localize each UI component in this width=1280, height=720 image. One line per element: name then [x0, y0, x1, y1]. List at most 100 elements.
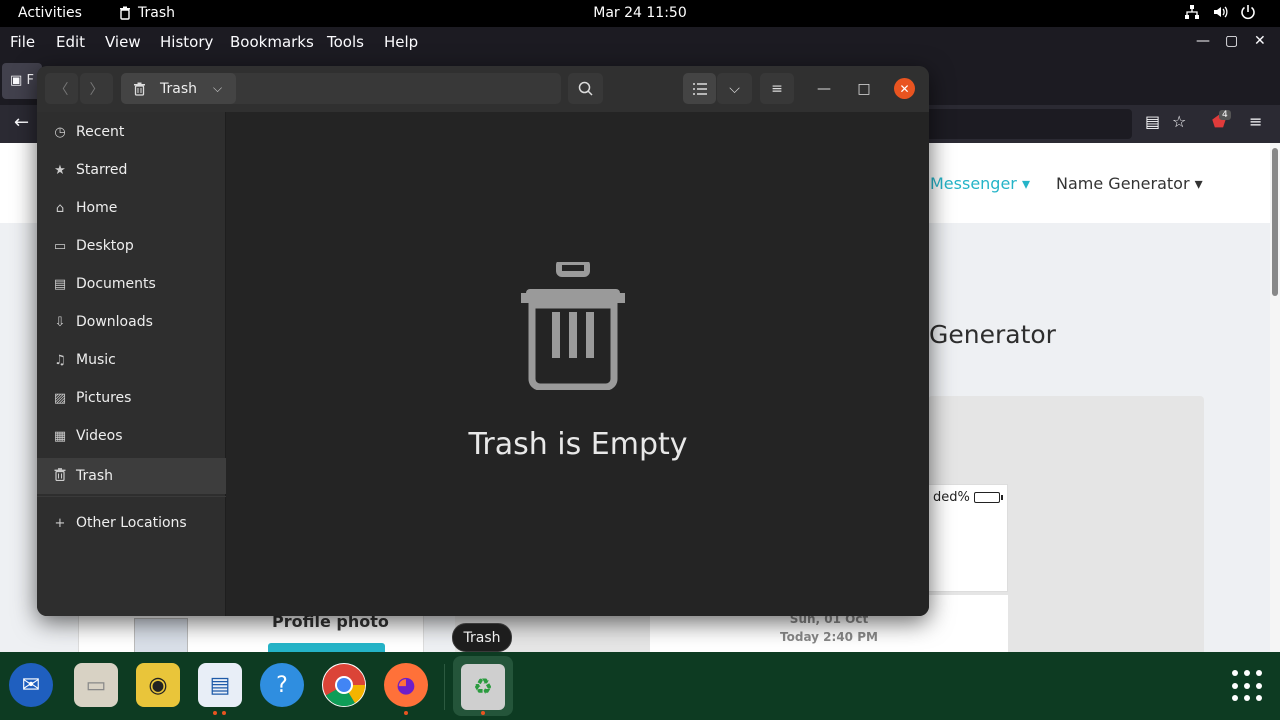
sidebar-item-label: Starred [76, 162, 128, 178]
list-view-icon [692, 82, 707, 95]
dock-help[interactable]: ? [260, 663, 304, 707]
music-icon: ♫ [54, 352, 66, 368]
time-text: Today 2:40 PM [780, 630, 878, 644]
ff-maximize-icon[interactable]: ▢ [1225, 33, 1238, 49]
dock-rhythmbox[interactable]: ◉ [136, 663, 180, 707]
battery-label: ded% [933, 490, 970, 505]
clock[interactable]: Mar 24 11:50 [0, 5, 1280, 21]
chevron-left-icon: 〈 [54, 81, 69, 98]
reader-view-icon[interactable]: ▤ [1145, 112, 1160, 131]
search-button[interactable] [568, 73, 603, 104]
volume-icon [1214, 6, 1228, 18]
hamburger-menu-icon[interactable]: ≡ [1249, 112, 1262, 131]
show-apps-icon[interactable] [1232, 670, 1264, 702]
dock-files[interactable]: ▭ [74, 663, 118, 707]
sidebar-item-label: Recent [76, 124, 125, 140]
list-view-button[interactable] [683, 73, 716, 104]
sidebar-item-documents[interactable]: ▤ Documents [37, 266, 226, 302]
menu-edit[interactable]: Edit [56, 33, 85, 51]
back-button[interactable]: 〈 [45, 73, 78, 104]
sidebar-item-trash[interactable]: Trash [37, 458, 226, 494]
grid-dot [1232, 670, 1238, 676]
sidebar-item-label: Documents [76, 276, 156, 292]
bookmark-star-icon[interactable]: ☆ [1172, 112, 1186, 131]
sidebar-item-home[interactable]: ⌂ Home [37, 190, 226, 226]
dock [0, 652, 1280, 720]
minimize-button[interactable]: — [811, 73, 837, 104]
tab-title: F [26, 73, 34, 88]
download-icon: ⇩ [54, 314, 66, 330]
files-content-area[interactable]: Trash is Empty [227, 112, 929, 616]
sidebar-item-label: Desktop [76, 238, 134, 254]
grid-dot [1232, 682, 1238, 689]
system-tray[interactable] [1184, 4, 1256, 20]
speaker-icon: ◉ [148, 672, 168, 698]
chevron-down-icon: ⌵ [729, 80, 740, 97]
scrollbar-thumb[interactable] [1272, 148, 1278, 296]
sidebar-item-label: Pictures [76, 390, 132, 406]
grid-dot [1256, 682, 1262, 689]
forward-button[interactable]: 〉 [80, 73, 113, 104]
files-window: 〈 〉 Trash ⌵ ⌵ ≡ — □ ✕ ◷ Recent ★ Starred ⌂… [37, 66, 929, 616]
sidebar-item-starred[interactable]: ★ Starred [37, 152, 226, 188]
folder-icon: ▭ [85, 672, 107, 698]
dock-writer[interactable]: ▤ [198, 663, 242, 707]
url-bar[interactable] [920, 109, 1132, 139]
menu-view[interactable]: View [105, 33, 141, 51]
dock-separator [444, 664, 445, 710]
main-menu-button[interactable]: ≡ [760, 73, 794, 104]
path-crumb-label: Trash [160, 80, 197, 97]
help-icon: ? [276, 672, 288, 698]
sidebar-item-music[interactable]: ♫ Music [37, 342, 226, 378]
running-indicator [222, 711, 226, 715]
nav-messenger-link[interactable]: Messenger ▾ [930, 174, 1030, 193]
path-crumb-trash[interactable]: Trash ⌵ [121, 73, 236, 104]
sidebar-item-desktop[interactable]: ▭ Desktop [37, 228, 226, 264]
chrome-icon [323, 664, 366, 707]
dock-thunderbird[interactable]: ✉ [9, 663, 53, 707]
trash-icon [51, 467, 69, 485]
menu-history[interactable]: History [160, 33, 213, 51]
menu-bookmarks[interactable]: Bookmarks [230, 33, 314, 51]
grid-dot [1256, 695, 1262, 702]
ff-minimize-icon[interactable]: — [1196, 33, 1210, 49]
sidebar-item-pictures[interactable]: ▨ Pictures [37, 380, 226, 416]
sidebar-item-downloads[interactable]: ⇩ Downloads [37, 304, 226, 340]
dock-trash[interactable]: ♻ [461, 664, 505, 710]
sidebar-item-label: Trash [76, 468, 113, 484]
nav-name-generator-link[interactable]: Name Generator ▾ [1056, 174, 1203, 193]
menu-file[interactable]: File [10, 33, 35, 51]
menu-tools[interactable]: Tools [327, 33, 364, 51]
firefox-tab[interactable]: ▣ F [2, 63, 42, 99]
minimize-icon: — [817, 80, 831, 97]
close-button[interactable]: ✕ [894, 78, 915, 99]
grid-dot [1244, 695, 1250, 702]
battery-status: ded% [933, 490, 1003, 505]
dock-firefox[interactable]: ◕ [384, 663, 428, 707]
trash-icon [134, 82, 145, 96]
maximize-button[interactable]: □ [851, 73, 877, 104]
firefox-menubar: File Edit View History Bookmarks Tools H… [0, 27, 1280, 57]
sidebar-item-videos[interactable]: ▦ Videos [37, 418, 226, 454]
dock-tooltip: Trash [452, 623, 512, 652]
battery-icon [973, 492, 1003, 503]
menu-help[interactable]: Help [384, 33, 418, 51]
back-arrow-icon[interactable]: ← [14, 112, 29, 133]
mail-icon: ✉ [21, 672, 41, 698]
document-icon: ▤ [209, 672, 231, 698]
trash-empty-icon [521, 262, 625, 390]
dock-chrome[interactable] [322, 663, 366, 707]
sidebar-item-recent[interactable]: ◷ Recent [37, 114, 226, 150]
firefox-icon: ◕ [396, 672, 416, 698]
sidebar-item-label: Music [76, 352, 116, 368]
ff-close-icon[interactable]: ✕ [1254, 33, 1266, 49]
sidebar-item-label: Downloads [76, 314, 153, 330]
grid-dot [1232, 695, 1238, 702]
maximize-icon: □ [857, 80, 871, 97]
places-sidebar: ◷ Recent ★ Starred ⌂ Home ▭ Desktop ▤ Documen… [37, 112, 226, 616]
view-options-button[interactable]: ⌵ [717, 73, 752, 104]
grid-dot [1256, 670, 1262, 676]
sidebar-separator [37, 496, 226, 497]
running-indicator [481, 711, 485, 715]
sidebar-item-other-locations[interactable]: + Other Locations [37, 505, 226, 541]
